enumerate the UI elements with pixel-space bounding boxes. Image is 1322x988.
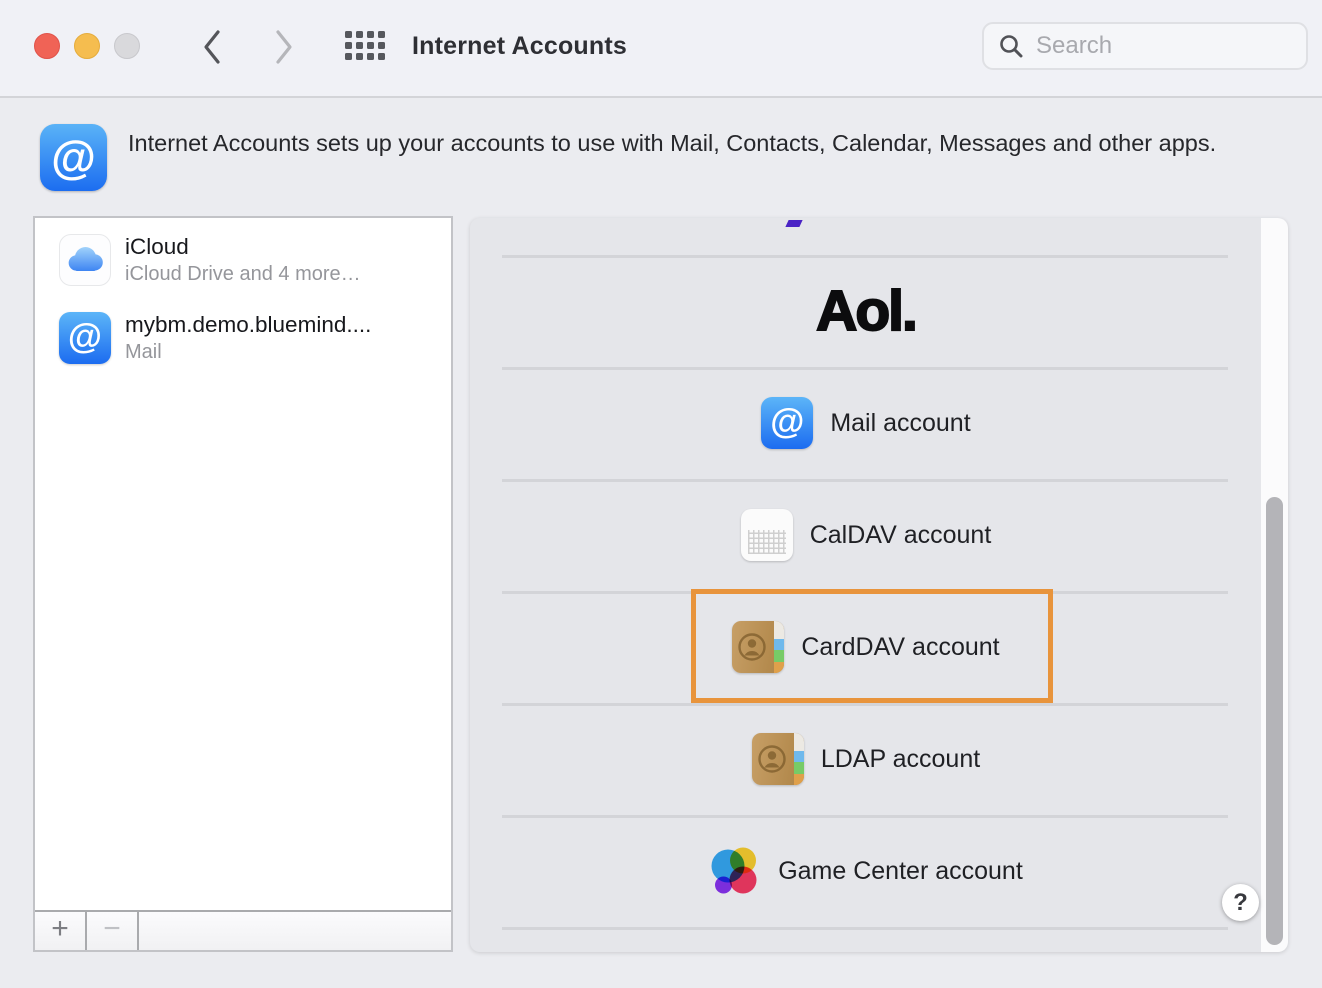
add-account-button[interactable]: + bbox=[35, 912, 87, 950]
sidebar-item-icloud[interactable]: iCloud iCloud Drive and 4 more… bbox=[35, 221, 451, 299]
description-text: Internet Accounts sets up your accounts … bbox=[128, 127, 1278, 159]
internet-accounts-app-icon: @ bbox=[40, 124, 107, 191]
provider-row-mail-account[interactable]: @ Mail account bbox=[470, 367, 1262, 479]
provider-row-label: Game Center account bbox=[778, 857, 1023, 886]
scrollbar-track[interactable] bbox=[1261, 218, 1288, 952]
aol-logo: Aol. bbox=[816, 278, 916, 344]
provider-row-game-center-account[interactable]: Game Center account bbox=[470, 815, 1262, 927]
window-title: Internet Accounts bbox=[412, 32, 627, 61]
close-window-button[interactable] bbox=[34, 33, 60, 59]
help-button[interactable]: ? bbox=[1222, 884, 1259, 921]
titlebar: Internet Accounts bbox=[0, 0, 1322, 98]
game-center-icon bbox=[709, 845, 761, 897]
chevron-left-icon bbox=[201, 28, 223, 66]
icloud-icon bbox=[59, 234, 111, 286]
provider-row-ldap-account[interactable]: LDAP account bbox=[470, 703, 1262, 815]
minimize-window-button[interactable] bbox=[74, 33, 100, 59]
forward-button[interactable] bbox=[262, 22, 306, 72]
scrollbar-thumb[interactable] bbox=[1266, 497, 1283, 945]
scrolled-logo-fragment bbox=[785, 220, 802, 227]
provider-row-aol[interactable]: Aol. bbox=[470, 255, 1262, 367]
account-name: iCloud bbox=[125, 234, 361, 260]
carddav-highlight-box bbox=[691, 589, 1053, 703]
provider-row-label: CalDAV account bbox=[810, 521, 992, 550]
account-detail: iCloud Drive and 4 more… bbox=[125, 263, 361, 286]
zoom-window-button[interactable] bbox=[114, 33, 140, 59]
show-all-preferences-grid-icon[interactable] bbox=[345, 31, 385, 60]
provider-row-label: LDAP account bbox=[821, 745, 980, 774]
contacts-icon bbox=[752, 733, 804, 785]
calendar-icon bbox=[741, 509, 793, 561]
search-input[interactable] bbox=[1034, 31, 1294, 61]
back-button[interactable] bbox=[190, 22, 234, 72]
chevron-right-icon bbox=[273, 28, 295, 66]
providers-panel: Aol. @ Mail account CalDAV account bbox=[470, 218, 1288, 952]
search-icon bbox=[998, 33, 1024, 59]
sidebar-item-bluemind[interactable]: @ mybm.demo.bluemind.... Mail bbox=[35, 299, 451, 377]
row-divider bbox=[502, 927, 1228, 930]
account-detail: Mail bbox=[125, 341, 371, 364]
provider-row-label: Mail account bbox=[830, 409, 970, 438]
sidebar-toolbar: + − bbox=[35, 910, 451, 950]
account-name: mybm.demo.bluemind.... bbox=[125, 312, 371, 338]
search-field[interactable] bbox=[982, 22, 1308, 70]
at-glyph: @ bbox=[51, 130, 96, 184]
mail-at-icon: @ bbox=[59, 312, 111, 364]
mail-at-icon: @ bbox=[761, 397, 813, 449]
remove-account-button[interactable]: − bbox=[87, 912, 139, 950]
accounts-sidebar: iCloud iCloud Drive and 4 more… @ mybm.d… bbox=[33, 216, 453, 952]
provider-row-caldav-account[interactable]: CalDAV account bbox=[470, 479, 1262, 591]
